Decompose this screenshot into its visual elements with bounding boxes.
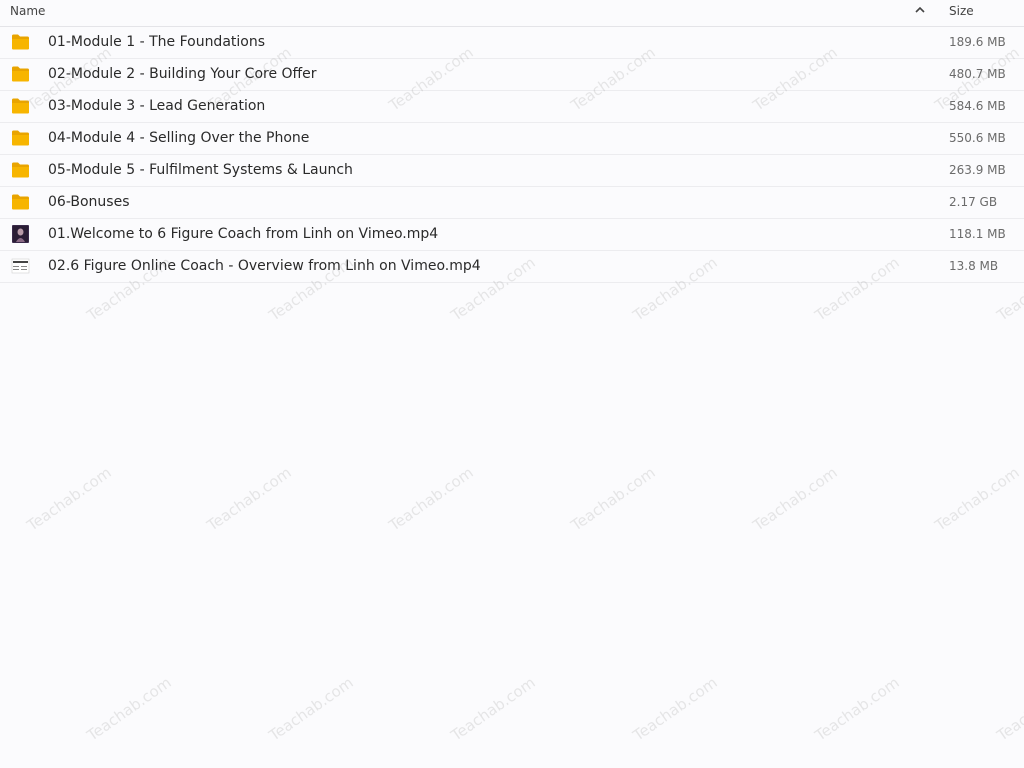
file-size: 584.6 MB <box>949 99 1006 113</box>
folder-icon <box>11 33 30 51</box>
watermark-text: Teachab.com <box>203 463 295 535</box>
file-list: 01-Module 1 - The Foundations 189.6 MB 02-… <box>0 27 1024 283</box>
file-name: 06-Bonuses <box>48 194 130 210</box>
folder-icon <box>11 193 30 211</box>
file-size: 2.17 GB <box>949 195 998 209</box>
file-row[interactable]: 01.Welcome to 6 Figure Coach from Linh o… <box>0 219 1024 251</box>
folder-row[interactable]: 04-Module 4 - Selling Over the Phone 550.… <box>0 123 1024 155</box>
file-size: 118.1 MB <box>949 227 1006 241</box>
video-thumbnail-icon <box>11 225 30 243</box>
watermark-text: Teachab.com <box>629 673 721 745</box>
watermark-text: Teachab.com <box>23 463 115 535</box>
folder-icon <box>11 65 30 83</box>
file-name: 03-Module 3 - Lead Generation <box>48 98 266 114</box>
watermark-text: Teachab.com <box>265 673 357 745</box>
folder-row[interactable]: 01-Module 1 - The Foundations 189.6 MB <box>0 27 1024 59</box>
file-name: 04-Module 4 - Selling Over the Phone <box>48 130 310 146</box>
file-name: 02-Module 2 - Building Your Core Offer <box>48 66 317 82</box>
watermark-text: Teachab.com <box>385 463 477 535</box>
file-name: 01.Welcome to 6 Figure Coach from Linh o… <box>48 226 439 242</box>
watermark-text: Teachab.com <box>811 673 903 745</box>
file-size: 263.9 MB <box>949 163 1006 177</box>
name-column-header[interactable]: Name <box>10 4 45 18</box>
file-size: 550.6 MB <box>949 131 1006 145</box>
chevron-up-icon[interactable] <box>913 3 927 17</box>
folder-icon <box>11 161 30 179</box>
file-size: 189.6 MB <box>949 35 1006 49</box>
folder-row[interactable]: 03-Module 3 - Lead Generation 584.6 MB <box>0 91 1024 123</box>
size-column-header[interactable]: Size <box>949 4 974 18</box>
file-name: 01-Module 1 - The Foundations <box>48 34 266 50</box>
folder-row[interactable]: 02-Module 2 - Building Your Core Offer 48… <box>0 59 1024 91</box>
file-size: 480.7 MB <box>949 67 1006 81</box>
folder-row[interactable]: 06-Bonuses 2.17 GB <box>0 187 1024 219</box>
video-thumbnail-icon <box>11 257 30 275</box>
watermark-text: Teachab.com <box>749 463 841 535</box>
watermark-text: Teachab.com <box>567 463 659 535</box>
file-name: 05-Module 5 - Fulfilment Systems & Launc… <box>48 162 353 178</box>
list-header: Name Size <box>0 0 1024 27</box>
watermark-text: Teachab.com <box>83 673 175 745</box>
folder-icon <box>11 97 30 115</box>
file-size: 13.8 MB <box>949 259 999 273</box>
watermark-text: Teachab.com <box>931 463 1023 535</box>
watermark-text: Teachab.com <box>447 673 539 745</box>
watermark-text: Teachab.com <box>993 673 1024 745</box>
file-row[interactable]: 02.6 Figure Online Coach - Overview from… <box>0 251 1024 283</box>
file-name: 02.6 Figure Online Coach - Overview from… <box>48 258 481 274</box>
folder-row[interactable]: 05-Module 5 - Fulfilment Systems & Launc… <box>0 155 1024 187</box>
file-browser: Name Size 01-Module 1 - The Foundations 1… <box>0 0 1024 768</box>
folder-icon <box>11 129 30 147</box>
